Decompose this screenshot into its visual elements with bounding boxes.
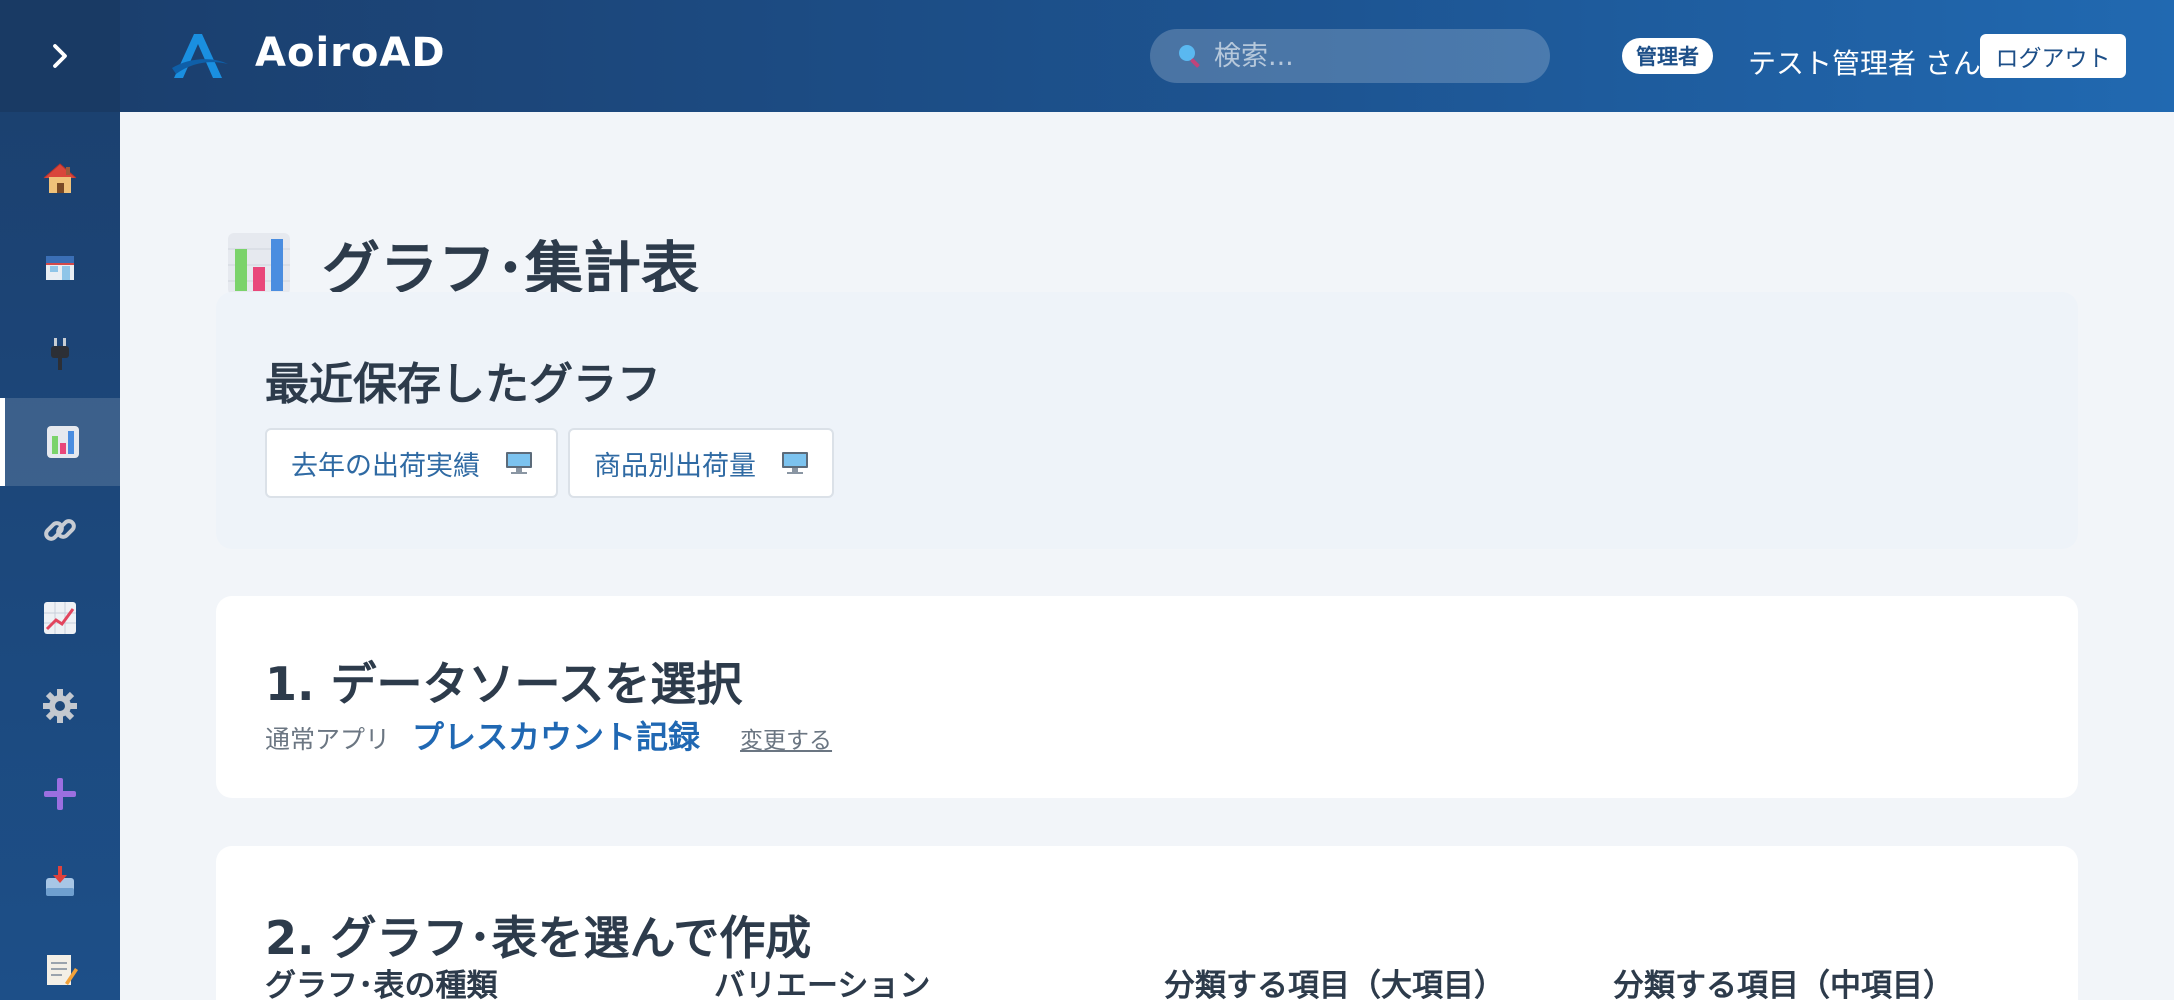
home-icon [43,163,77,193]
search-icon [1179,45,1200,68]
major-category-label: 分類する項目（大項目） [1164,968,1505,1000]
recent-graph-label: 去年の出荷実績 [291,450,480,482]
sidebar-item-plug[interactable] [0,310,120,398]
step2-card: 2. グラフ･表を選んで作成 グラフ･表の種類 バリエーション 分類する項目（大… [216,846,2078,1000]
desktop-icon [506,452,532,474]
sidebar-item-charts[interactable] [0,398,120,486]
chevron-right-icon [53,44,67,68]
step1-title: 1. データソースを選択 [265,657,743,711]
search-box[interactable] [1150,29,1550,83]
sidebar-item-store[interactable] [0,222,120,310]
plus-icon [44,778,76,810]
data-source-type: 通常アプリ [265,725,391,754]
user-name: テスト管理者 さん [1748,47,1981,80]
data-source-name: プレスカウント記録 [412,718,701,756]
bar-chart-icon [46,426,79,458]
desktop-icon [782,452,808,474]
sidebar-item-home[interactable] [0,134,120,222]
recent-graphs-card: 最近保存したグラフ 去年の出荷実績 商品別出荷量 [216,292,2078,549]
middle-category-label: 分類する項目（中項目） [1613,968,1954,1000]
gear-icon [43,689,77,723]
sidebar-toggle-button[interactable] [0,0,120,112]
step1-card: 1. データソースを選択 通常アプリ プレスカウント記録 変更する [216,596,2078,798]
change-data-source-link[interactable]: 変更する [740,721,832,755]
data-source-row: 通常アプリ プレスカウント記録 変更する [265,712,832,758]
role-badge: 管理者 [1622,38,1713,74]
step2-title: 2. グラフ･表を選んで作成 [265,911,812,965]
recent-graphs-heading: 最近保存したグラフ [265,359,661,410]
recent-graph-label: 商品別出荷量 [594,450,756,482]
trend-chart-icon [44,602,76,634]
chart-type-label: グラフ･表の種類 [265,968,498,1000]
recent-graph-item[interactable]: 去年の出荷実績 [265,428,558,498]
recent-graph-item[interactable]: 商品別出荷量 [568,428,834,498]
top-header: AoiroAD 管理者 テスト管理者 さん ログアウト [120,0,2174,112]
sidebar-item-add[interactable] [0,750,120,838]
search-input[interactable] [1214,40,1514,72]
bar-chart-icon [228,233,290,295]
variation-label: バリエーション [714,968,931,1000]
app-logo[interactable] [170,30,230,82]
store-icon [46,256,74,280]
memo-icon [47,955,78,985]
sidebar-item-links[interactable] [0,486,120,574]
logout-button[interactable]: ログアウト [1980,34,2126,78]
sidebar-item-import[interactable] [0,838,120,926]
plug-icon [51,338,69,370]
inbox-icon [46,866,74,896]
link-icon [44,519,76,541]
brand-name[interactable]: AoiroAD [255,30,446,76]
sidebar-item-trends[interactable] [0,574,120,662]
sidebar [0,0,120,1000]
sidebar-item-memo[interactable] [0,926,120,1000]
sidebar-item-settings[interactable] [0,662,120,750]
